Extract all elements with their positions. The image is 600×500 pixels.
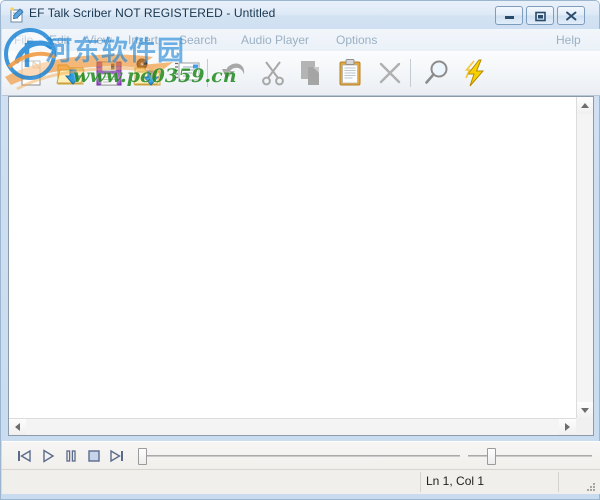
menu-insert[interactable]: Insert xyxy=(126,32,160,48)
undo-arrow-icon xyxy=(222,63,245,79)
scissors-icon xyxy=(262,61,284,86)
floppy-save-icon xyxy=(96,61,122,86)
title-bar[interactable]: EF Talk Scriber NOT REGISTERED - Untitle… xyxy=(1,1,599,29)
find-button[interactable] xyxy=(420,56,454,90)
insert-note-icon xyxy=(175,62,200,81)
text-editor-panel xyxy=(8,96,594,436)
menu-help[interactable]: Help xyxy=(554,32,583,48)
window-title: EF Talk Scriber NOT REGISTERED - Untitle… xyxy=(29,6,276,20)
paste-button[interactable] xyxy=(333,56,367,90)
copy-button[interactable] xyxy=(295,56,329,90)
open-audio-button[interactable] xyxy=(132,56,166,90)
magnifier-icon xyxy=(425,60,448,84)
scroll-up-arrow-icon[interactable] xyxy=(577,97,593,114)
status-bar: Ln 1, Col 1 xyxy=(2,469,600,494)
menu-bar: File Edit View Insert Search Audio Playe… xyxy=(2,29,600,52)
close-button[interactable] xyxy=(557,6,585,25)
menu-edit[interactable]: Edit xyxy=(47,32,72,48)
position-slider[interactable] xyxy=(138,446,460,466)
volume-slider-thumb[interactable] xyxy=(487,448,496,465)
clipboard-icon xyxy=(339,59,361,86)
menu-file[interactable]: File xyxy=(12,32,35,48)
app-icon[interactable] xyxy=(9,7,25,23)
skip-previous-icon xyxy=(18,449,31,463)
scroll-down-arrow-icon[interactable] xyxy=(577,402,593,419)
text-editor[interactable] xyxy=(9,97,577,419)
stop-icon xyxy=(88,450,100,462)
toolbar-separator xyxy=(207,59,208,87)
horizontal-scrollbar[interactable] xyxy=(9,418,593,435)
copy-pages-icon xyxy=(301,61,319,85)
position-slider-track xyxy=(138,455,460,457)
skip-next-icon xyxy=(110,449,123,463)
menu-audio-player[interactable]: Audio Player xyxy=(239,32,311,48)
menu-view[interactable]: View xyxy=(84,32,114,48)
cursor-position-label: Ln 1, Col 1 xyxy=(426,474,485,488)
toolbar xyxy=(2,51,600,96)
vertical-scrollbar[interactable] xyxy=(576,97,593,419)
scrollbar-corner xyxy=(576,418,593,435)
open-file-button[interactable] xyxy=(54,56,88,90)
delete-button[interactable] xyxy=(373,56,407,90)
status-separator xyxy=(558,472,559,492)
scroll-left-arrow-icon[interactable] xyxy=(9,419,26,435)
shortcut-button[interactable] xyxy=(458,56,492,90)
lightning-bolt-icon xyxy=(464,59,485,87)
status-separator xyxy=(420,472,421,492)
volume-slider[interactable] xyxy=(468,446,592,466)
scroll-right-arrow-icon[interactable] xyxy=(559,419,576,435)
audio-player-bar xyxy=(2,441,600,470)
toolbar-separator xyxy=(410,59,411,87)
undo-button[interactable] xyxy=(217,56,251,90)
resize-grip-icon[interactable] xyxy=(585,480,597,492)
application-window: EF Talk Scriber NOT REGISTERED - Untitle… xyxy=(0,0,600,500)
play-button[interactable] xyxy=(38,446,58,466)
pause-icon xyxy=(66,450,76,462)
maximize-button[interactable] xyxy=(526,6,554,25)
menu-search[interactable]: Search xyxy=(177,32,219,48)
close-x-icon xyxy=(379,62,401,84)
new-document-icon xyxy=(21,60,41,86)
menu-options[interactable]: Options xyxy=(334,32,379,48)
stop-button[interactable] xyxy=(84,446,104,466)
play-icon xyxy=(43,449,55,463)
new-document-button[interactable] xyxy=(14,56,48,90)
skip-previous-button[interactable] xyxy=(14,446,34,466)
pause-button[interactable] xyxy=(61,446,81,466)
minimize-button[interactable] xyxy=(495,6,523,25)
position-slider-thumb[interactable] xyxy=(138,448,147,465)
cut-button[interactable] xyxy=(256,56,290,90)
save-file-button[interactable] xyxy=(92,56,126,90)
skip-next-button[interactable] xyxy=(107,446,127,466)
open-folder-icon xyxy=(56,64,85,85)
open-audio-icon xyxy=(133,58,161,86)
insert-text-button[interactable] xyxy=(170,56,204,90)
